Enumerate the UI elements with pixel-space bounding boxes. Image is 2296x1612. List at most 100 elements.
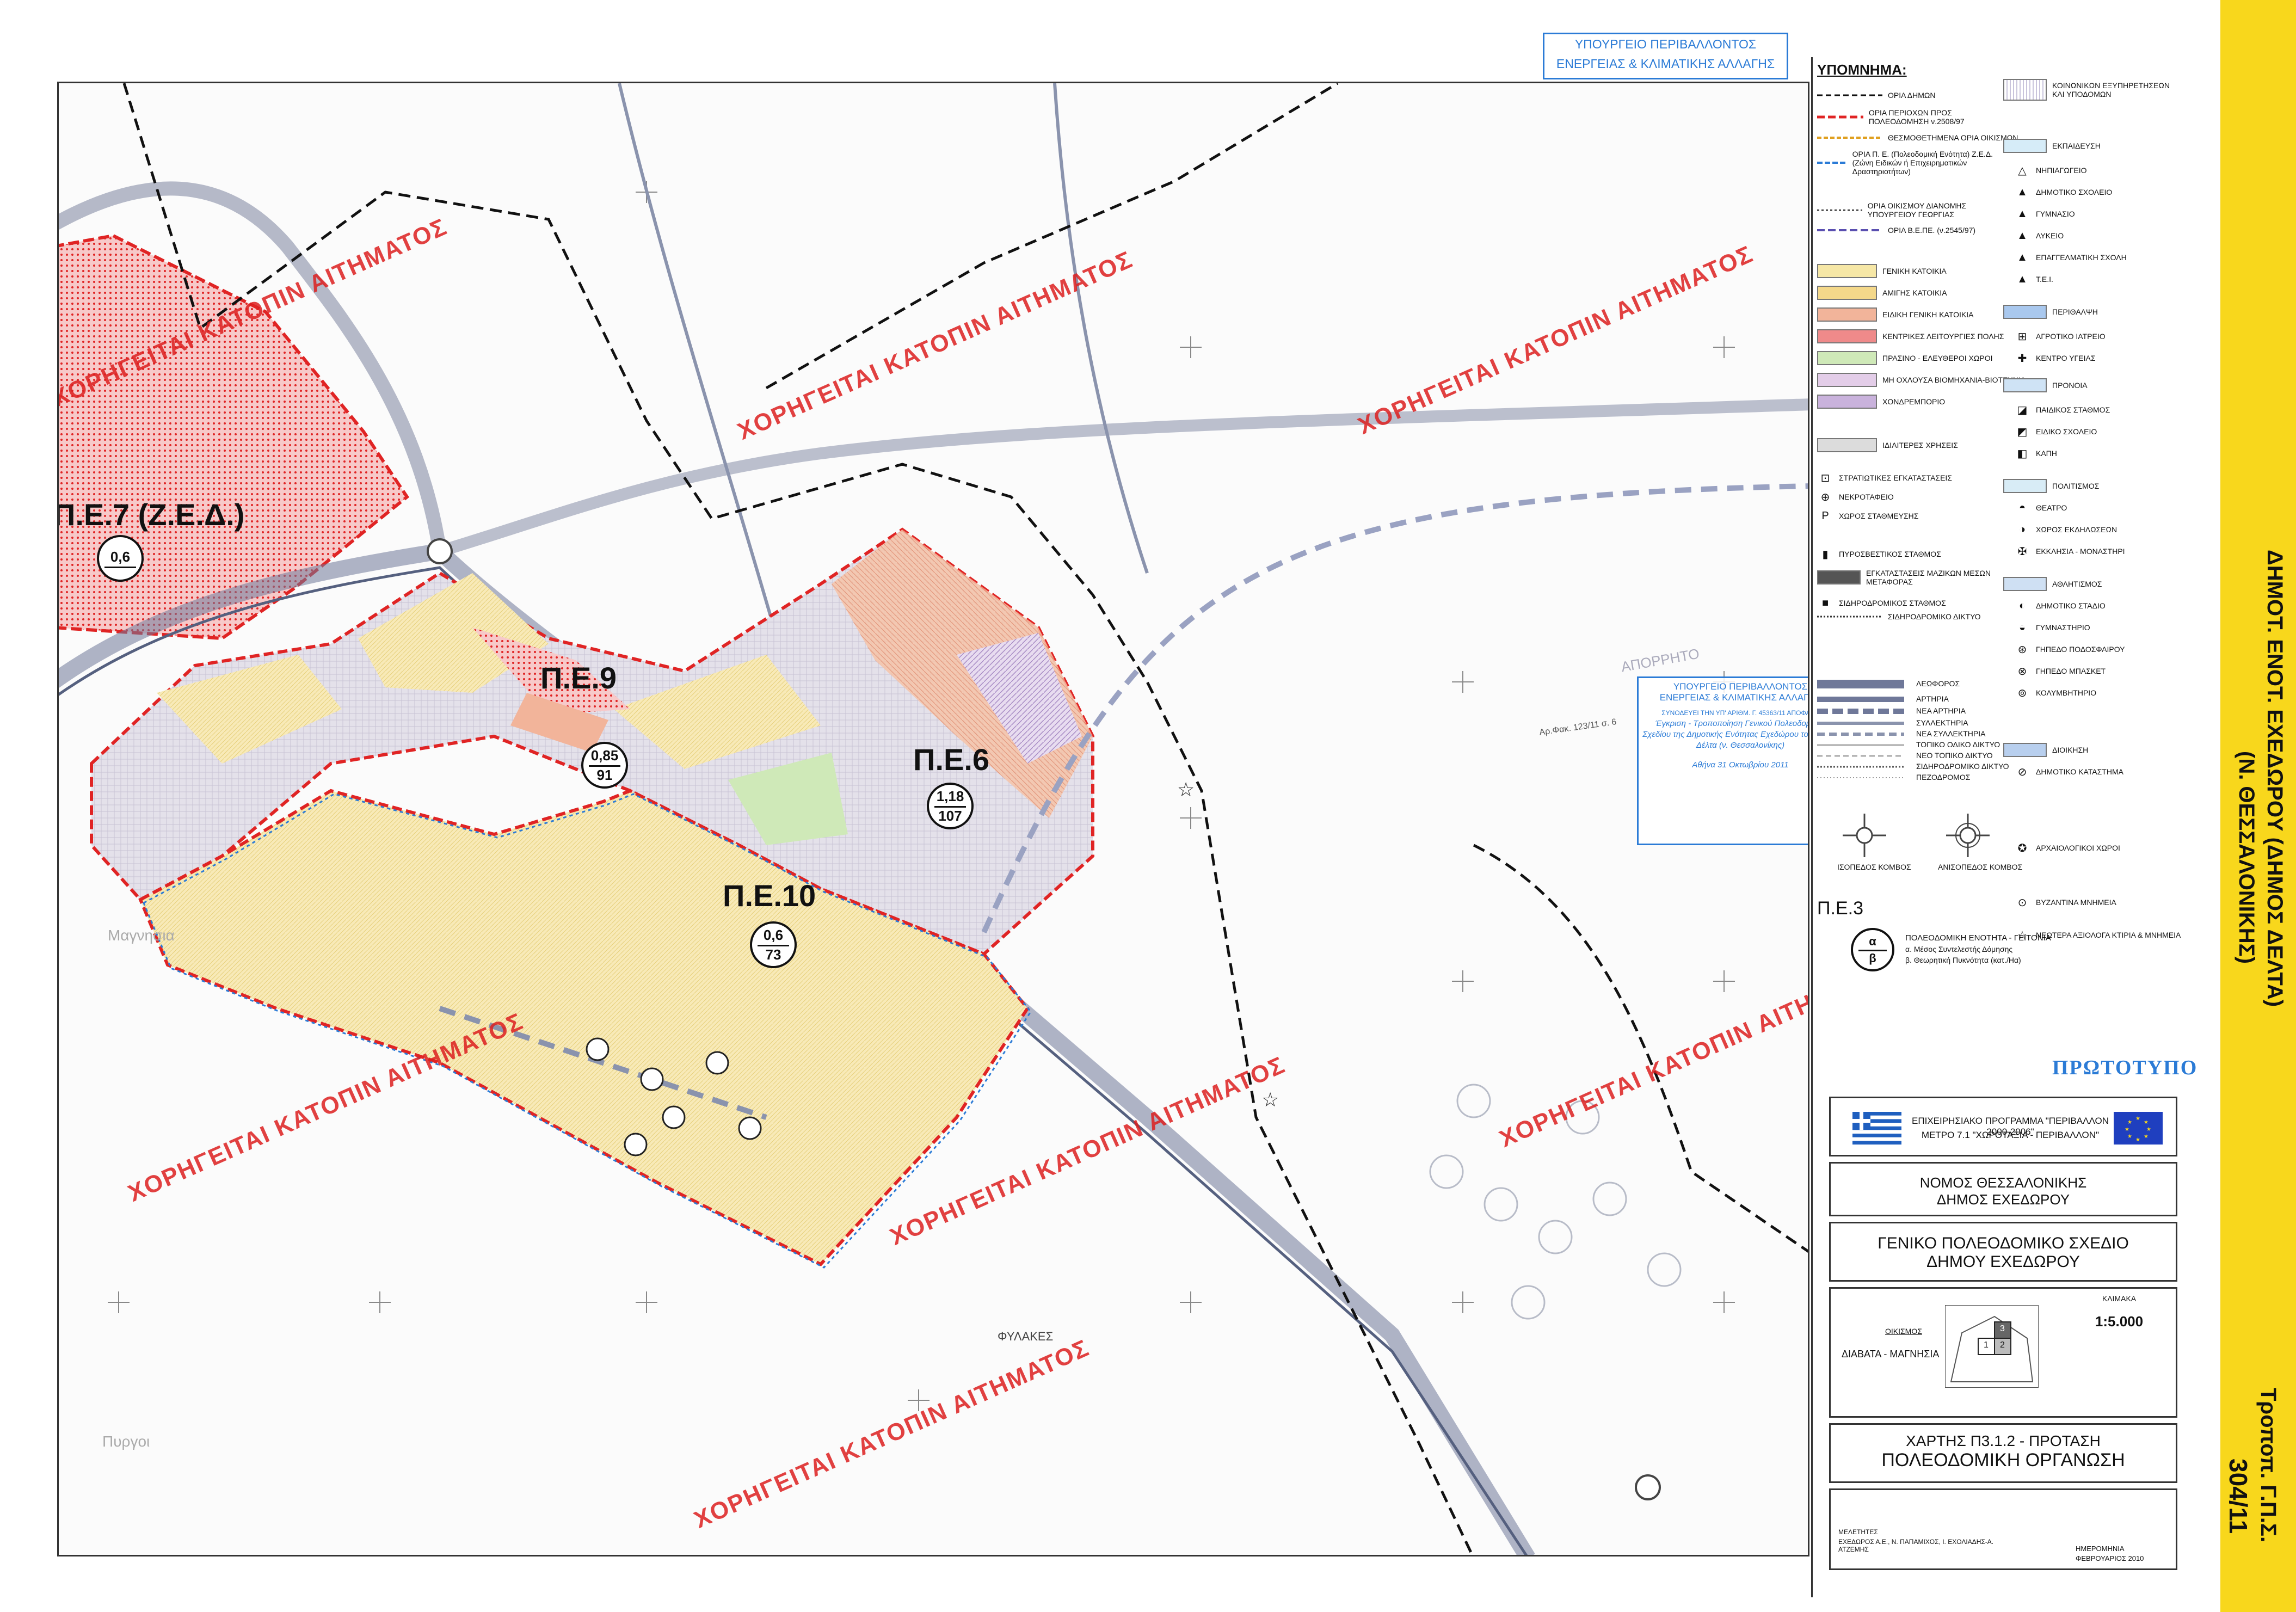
legend-facility: ΑΘΛΗΤΙΣΜΟΣ (2003, 577, 2102, 591)
legend-facility: ΠΟΛΙΤΙΣΜΟΣ (2003, 479, 2099, 493)
boundary-line-icon (1817, 137, 1882, 139)
legend-label: ΓΥΜΝΑΣΙΟ (2036, 210, 2075, 218)
legend-facility: ▲ ΛΥΚΕΙΟ (2014, 229, 2064, 243)
legend-label: ΠΡΟΝΟΙΑ (2052, 381, 2088, 390)
land-use-swatch (1817, 286, 1877, 300)
facility-swatch (2003, 139, 2047, 153)
legend-facility: ◓ ΘΕΑΤΡΟ (2014, 501, 2067, 515)
legend-label: ΟΡΙΑ Π. Ε. (Πολεοδομική Ενότητα) Ζ.Ε.Δ. … (1852, 150, 1993, 176)
legend-transport: ΣΙΔΗΡΟΔΡΟΜΙΚΟ ΔΙΚΤΥΟ (1817, 612, 1981, 621)
decision-stamp-line2: ΕΝΕΡΓΕΙΑΣ & ΚΛΙΜΑΤΙΚΗΣ ΑΛΛΑΓΗΣ (1659, 692, 1809, 703)
legend-label: ΕΓΚΑΤΑΣΤΑΣΕΙΣ ΜΑΖΙΚΩΝ ΜΕΣΩΝ ΜΕΤΑΦΟΡΑΣ (1866, 569, 1991, 586)
side-tab-line4: 304/11 (2224, 1459, 2252, 1534)
legend-node: ΙΣΟΠΕΔΟΣ ΚΟΜΒΟΣ (1837, 863, 1911, 871)
football-field-icon: ⊛ (2017, 643, 2027, 656)
legend-road: ΣΙΔΗΡΟΔΡΟΜΙΚΟ ΔΙΚΤΥΟ (1916, 762, 2009, 771)
zone-ratio-bottom: 107 (938, 807, 962, 824)
place-pyrgos: Πυργοι (102, 1433, 150, 1450)
road-types-icon (1817, 680, 1904, 778)
legend-land-use: ΚΕΝΤΡΙΚΕΣ ΛΕΙΤΟΥΡΓΙΕΣ ΠΟΛΗΣ (1817, 329, 2004, 343)
legend-facility: ΕΚΠΑΙΔΕΥΣΗ (2003, 139, 2101, 153)
legend-land-use: ΠΡΑΣΙΝΟ - ΕΛΕΥΘΕΡΟΙ ΧΩΡΟΙ (1817, 351, 1992, 365)
eu-flag-icon: ★★★★★★★★ (2114, 1112, 2163, 1145)
legend-facility: ◑ ΧΩΡΟΣ ΕΚΔΗΛΩΣΕΩΝ (2014, 522, 2117, 537)
svg-text:★: ★ (2135, 1137, 2140, 1143)
index-map: 1 2 3 (1945, 1305, 2039, 1388)
plan-title-line2: ΔΗΜΟΥ ΕΧΕΔΩΡΟΥ (1926, 1253, 2080, 1271)
legend-label: ΓΗΠΕΔΟ ΜΠΑΣΚΕΤ (2036, 667, 2106, 675)
decision-stamp-line4: Έγκριση - Τροποποίηση Γενικού Πολεοδομικ… (1642, 719, 1808, 750)
rural-clinic-icon: ⊞ (2017, 330, 2027, 343)
special-school-icon: ◩ (2017, 426, 2028, 438)
legend-road: ΝΕΑ ΑΡΤΗΡΙΑ (1916, 706, 1966, 715)
ministry-stamp-top: ΥΠΟΥΡΓΕΙΟ ΠΕΡΙΒΑΛΛΟΝΤΟΣ ΕΝΕΡΓΕΙΑΣ & ΚΛΙΜ… (1543, 33, 1788, 79)
legend-road: ΤΟΠΙΚΟ ΟΔΙΚΟ ΔΙΚΤΥΟ (1916, 740, 2000, 749)
legend-label: ΔΗΜΟΤΙΚΟ ΚΑΤΑΣΤΗΜΑ (2036, 767, 2123, 776)
legend-label: ΝΗΠΙΑΓΩΓΕΙΟ (2036, 166, 2087, 175)
fire-station-icon: ▮ (1822, 548, 1829, 561)
decision-stamp-line1: ΥΠΟΥΡΓΕΙΟ ΠΕΡΙΒΑΛΛΟΝΤΟΣ (1673, 681, 1808, 692)
credits-block: ΜΕΛΕΤΗΤΕΣ ΕΧΕΔΩΡΟΣ Α.Ε., Ν. ΠΑΠΑΜΙΧΟΣ, Ι… (1829, 1488, 2177, 1570)
grade-separated-junction-icon (1946, 814, 1990, 857)
legend-facility: ⊞ ΑΓΡΟΤΙΚΟ ΙΑΤΡΕΙΟ (2014, 329, 2106, 343)
map-sheet-block: ΧΑΡΤΗΣ Π3.1.2 - ΠΡΟΤΑΣΗ ΠΟΛΕΟΔΟΜΙΚΗ ΟΡΓΑ… (1829, 1423, 2177, 1483)
legend-boundary: ΟΡΙΑ ΔΗΜΩΝ (1817, 91, 1936, 100)
legend-heritage: ⊙ ΒΥΖΑΝΤΙΝΑ ΜΝΗΜΕΙΑ (2014, 895, 2116, 909)
town-hall-icon: ⊘ (2017, 766, 2027, 778)
ministry-stamp-line2: ΕΝΕΡΓΕΙΑΣ & ΚΛΙΜΑΤΙΚΗΣ ΑΛΛΑΓΗΣ (1556, 57, 1775, 71)
legend-label: Τ.Ε.Ι. (2036, 275, 2053, 284)
legend-label: ΧΩΡΟΣ ΣΤΑΘΜΕΥΣΗΣ (1839, 512, 1919, 520)
lyceum-icon: ▲ (2017, 229, 2028, 242)
decision-stamp: ΥΠΟΥΡΓΕΙΟ ΠΕΡΙΒΑΛΛΟΝΤΟΣ ΕΝΕΡΓΕΙΑΣ & ΚΛΙΜ… (1637, 676, 1809, 845)
level-junction-icon (1843, 814, 1886, 857)
legend-label: ΝΕΑ ΑΡΤΗΡΙΑ (1916, 706, 1966, 715)
land-use-swatch (1817, 264, 1877, 278)
legend-label: ΟΡΙΑ ΔΗΜΩΝ (1888, 91, 1936, 100)
legend-label: ΕΙΔΙΚΟ ΣΧΟΛΕΙΟ (2036, 427, 2097, 436)
legend-facility: ◪ ΠΑΙΔΙΚΟΣ ΣΤΑΘΜΟΣ (2014, 403, 2110, 417)
legend-label: ΑΜΙΓΗΣ ΚΑΤΟΙΚΙΑ (1882, 288, 1947, 297)
legend-land-use: ΧΟΝΔΡΕΜΠΟΡΙΟ (1817, 395, 1945, 409)
legend-road: ΝΕΟ ΤΟΠΙΚΟ ΔΙΚΤΥΟ (1916, 751, 1993, 760)
swimming-pool-icon: ⊚ (2017, 687, 2027, 699)
legend-label: ΝΕΚΡΟΤΑΦΕΙΟ (1839, 493, 1894, 501)
basketball-court-icon: ⊗ (2017, 665, 2027, 678)
index-cell: 2 (2000, 1340, 2005, 1350)
index-cell: 3 (2000, 1324, 2005, 1333)
pe-example-ratio: αβ (1851, 928, 1894, 971)
legend-facility: ⊛ ΓΗΠΕΔΟ ΠΟΔΟΣΦΑΙΡΟΥ (2014, 642, 2125, 656)
legend-label: ΘΕΣΜΟΘΕΤΗΜΕΝΑ ΟΡΙΑ ΟΙΚΙΣΜΩΝ (1888, 133, 2018, 142)
legend-facility: ◒ ΓΥΜΝΑΣΤΗΡΙΟ (2014, 620, 2090, 635)
legend-facility: ✚ ΚΕΝΤΡΟ ΥΓΕΙΑΣ (2014, 351, 2096, 365)
place-magnisia: Μαγνησια (108, 927, 175, 944)
legend-label: ΠΑΙΔΙΚΟΣ ΣΤΑΘΜΟΣ (2036, 405, 2110, 414)
legend-label: ΔΗΜΟΤΙΚΟ ΣΧΟΛΕΙΟ (2036, 188, 2113, 196)
ministry-stamp-line1: ΥΠΟΥΡΓΕΙΟ ΠΕΡΙΒΑΛΛΟΝΤΟΣ (1574, 37, 1757, 51)
legend-label: ΣΥΛΛΕΚΤΗΡΙΑ (1916, 718, 1968, 727)
boundary-line-icon (1817, 115, 1863, 119)
boundary-line-icon (1817, 229, 1882, 231)
facility-swatch (2003, 577, 2047, 591)
legend-symbol: ⊡ ΣΤΡΑΤΙΩΤΙΚΕΣ ΕΓΚΑΤΑΣΤΑΣΕΙΣ (1817, 471, 1952, 485)
legend-facility: ▲ ΕΠΑΓΓΕΛΜΑΤΙΚΗ ΣΧΟΛΗ (2014, 250, 2127, 264)
side-tab-line3: Τροποπ. Γ.Π.Σ. (2256, 1388, 2280, 1543)
program-block: ΕΠΙΧΕΙΡΗΣΙΑΚΟ ΠΡΟΓΡΑΜΜΑ "ΠΕΡΙΒΑΛΛΟΝ 2000… (1829, 1097, 2177, 1156)
svg-text:★: ★ (2146, 1127, 2151, 1133)
legend-label: ΚΟΙΝΩΝΙΚΩΝ ΕΞΥΠΗΡΕΤΗΣΕΩΝ ΚΑΙ ΥΠΟΔΟΜΩΝ (2052, 81, 2170, 99)
program-line2: ΜΕΤΡΟ 7.1 "ΧΩΡΟΤΑΞΙΑ - ΠΕΡΙΒΑΛΛΟΝ" (1921, 1130, 2100, 1140)
legend-label: ΛΥΚΕΙΟ (2036, 231, 2064, 240)
zone-ratio-bottom: 91 (596, 766, 613, 783)
legend-facility: ▲ ΔΗΜΟΤΙΚΟ ΣΧΟΛΕΙΟ (2014, 185, 2112, 199)
legend-label: ΕΙΔΙΚΗ ΓΕΝΙΚΗ ΚΑΤΟΙΚΙΑ (1882, 310, 1974, 319)
legend-label: ΑΘΛΗΤΙΣΜΟΣ (2052, 580, 2102, 588)
legend-transport: ▮ ΠΥΡΟΣΒΕΣΤΙΚΟΣ ΣΤΑΘΜΟΣ (1817, 547, 1941, 561)
archaeological-site-icon: ✪ (2017, 842, 2027, 854)
map-area[interactable]: ☆ ☆ ΧΟΡΗΓΕΙΤΑΙ ΚΑΤΟΠΙΝ ΑΙΤΗΜΑΤΟΣ ΧΟΡΗΓΕΙ… (57, 82, 1809, 1556)
legend-label: ΓΥΜΝΑΣΤΗΡΙΟ (2036, 623, 2090, 632)
settlement-name: ΔΙΑΒΑΤΑ - ΜΑΓΝΗΣΙΑ (1842, 1349, 1940, 1359)
legend-land-use: ΜΗ ΟΧΛΟΥΣΑ ΒΙΟΜΗΧΑΝΙΑ-ΒΙΟΤΕΧΝΙΑ (1817, 373, 2026, 387)
side-tab: ΔΗΜΟΤ. ΕΝΟΤ. ΕΧΕΔΩΡΟΥ (ΔΗΜΟΣ ΔΕΛΤΑ) (Ν. … (2220, 0, 2296, 1612)
plan-title-block: ΓΕΝΙΚΟ ΠΟΛΕΟΔΟΜΙΚΟ ΣΧΕΔΙΟ ΔΗΜΟΥ ΕΧΕΔΩΡΟΥ (1829, 1222, 2177, 1282)
facility-swatch (2003, 479, 2047, 493)
nursery-icon: ◪ (2017, 404, 2028, 416)
